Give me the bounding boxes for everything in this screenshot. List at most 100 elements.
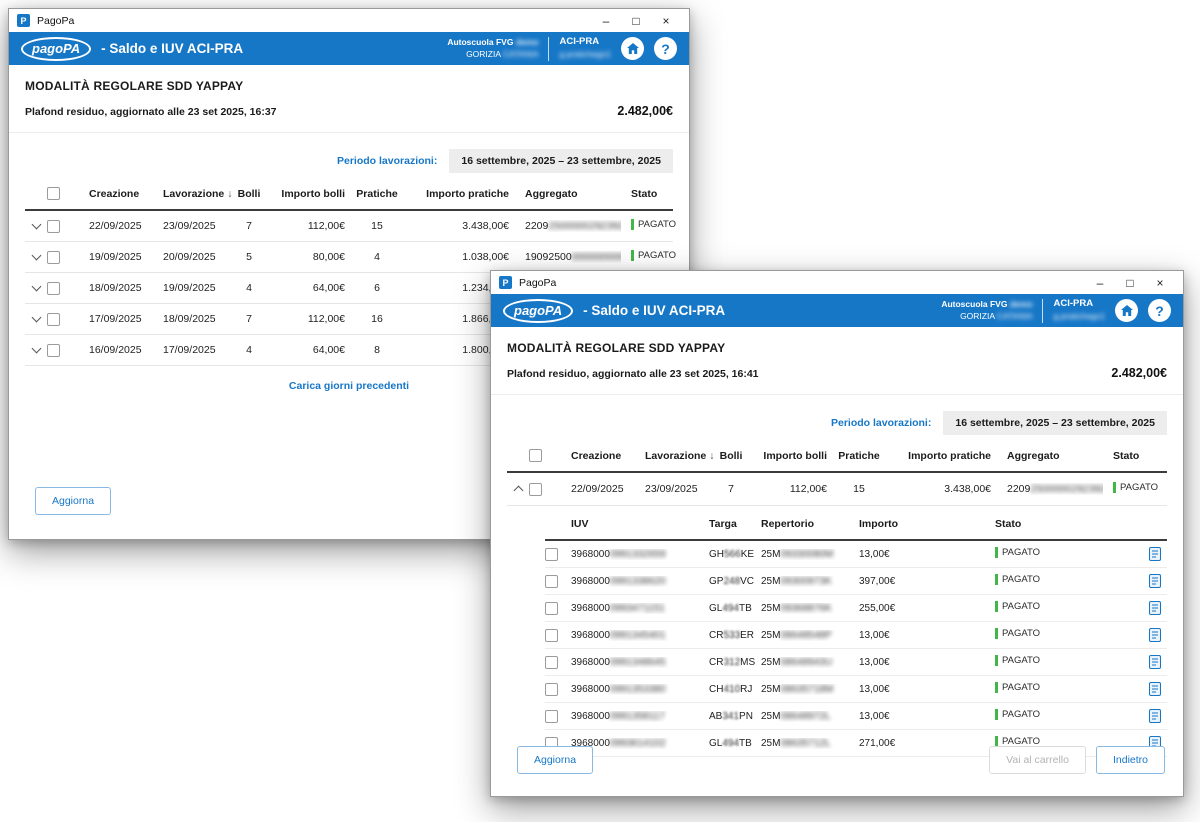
help-button[interactable]: ?	[654, 37, 677, 60]
creazione-value: 16/09/2025	[75, 344, 163, 356]
select-all-checkbox[interactable]	[47, 187, 60, 200]
receipt-icon[interactable]	[1139, 601, 1167, 615]
iuv-checkbox[interactable]	[545, 710, 558, 723]
iuv-value: 39680000991332659	[571, 549, 709, 560]
repertorio-value: 25M08648548P	[761, 630, 859, 641]
chevron-down-icon[interactable]	[25, 317, 47, 321]
maximize-button[interactable]: □	[621, 14, 651, 28]
status-badge: PAGATO	[1113, 482, 1158, 493]
maximize-button[interactable]: □	[1115, 276, 1145, 290]
creazione-value: 22/09/2025	[557, 483, 645, 495]
row-checkbox[interactable]	[47, 313, 60, 326]
row-checkbox[interactable]	[47, 251, 60, 264]
detail-row: 39680000991348645 CR312MS 25M08648943U 1…	[545, 649, 1167, 676]
targa-value: CH410RJ	[709, 684, 761, 695]
row-checkbox[interactable]	[47, 282, 60, 295]
importo-value: 255,00€	[859, 603, 995, 614]
close-button[interactable]: ×	[1145, 276, 1175, 290]
receipt-icon[interactable]	[1139, 628, 1167, 642]
bolli-value: 7	[711, 483, 751, 495]
col-importo-pratiche: Importo pratiche	[409, 188, 509, 200]
period-value[interactable]: 16 settembre, 2025 – 23 settembre, 2025	[449, 149, 673, 173]
creazione-value: 17/09/2025	[75, 313, 163, 325]
table-row: 19/09/2025 20/09/2025 5 80,00€ 4 1.038,0…	[25, 242, 673, 273]
receipt-icon[interactable]	[1139, 547, 1167, 561]
row-checkbox[interactable]	[47, 344, 60, 357]
col-importo-bolli: Importo bolli	[751, 450, 827, 462]
period-value[interactable]: 16 settembre, 2025 – 23 settembre, 2025	[943, 411, 1167, 435]
plafond-label: Plafond residuo, aggiornato alle 23 set …	[25, 106, 277, 118]
status-badge: PAGATO	[995, 709, 1040, 720]
back-button[interactable]: Indietro	[1096, 746, 1165, 774]
titlebar: P PagoPa – □ ×	[9, 9, 689, 32]
receipt-icon[interactable]	[1139, 574, 1167, 588]
home-button[interactable]	[1115, 299, 1138, 322]
col-lavorazione[interactable]: Lavorazione ↓	[645, 450, 711, 462]
repertorio-value: 25M08635718M	[761, 684, 859, 695]
receipt-icon[interactable]	[1139, 709, 1167, 723]
org-name-redacted: demo	[516, 37, 539, 47]
titlebar: P PagoPa – □ ×	[491, 271, 1183, 294]
importo-value: 13,00€	[859, 549, 995, 560]
row-checkbox[interactable]	[47, 220, 60, 233]
receipt-icon[interactable]	[1139, 682, 1167, 696]
org-city: GORIZIA	[960, 311, 997, 321]
app-icon: P	[499, 276, 512, 289]
iuv-value: 39680000991338620	[571, 576, 709, 587]
iuv-checkbox[interactable]	[545, 629, 558, 642]
iuv-checkbox[interactable]	[545, 575, 558, 588]
main-content: MODALITÀ REGOLARE SDD YAPPAY Plafond res…	[491, 327, 1183, 757]
close-button[interactable]: ×	[651, 14, 681, 28]
iuv-checkbox[interactable]	[545, 683, 558, 696]
pratiche-value: 8	[345, 344, 409, 356]
targa-value: GL494TB	[709, 738, 761, 749]
aggregato-value: 22092500000292392923	[509, 220, 621, 232]
iuv-checkbox[interactable]	[545, 548, 558, 561]
chevron-down-icon[interactable]	[25, 286, 47, 290]
creazione-value: 19/09/2025	[75, 251, 163, 263]
importo-bolli-value: 64,00€	[269, 282, 345, 294]
plafond-amount: 2.482,00€	[617, 104, 673, 118]
minimize-button[interactable]: –	[591, 14, 621, 28]
account-user-redacted: g.pratichego1	[559, 49, 611, 60]
iuv-value: 39680000993471151	[571, 603, 709, 614]
svg-text:P: P	[20, 16, 26, 26]
importo-bolli-value: 112,00€	[269, 313, 345, 325]
aggiorna-button[interactable]: Aggiorna	[517, 746, 593, 774]
pratiche-value: 6	[345, 282, 409, 294]
col-lavorazione[interactable]: Lavorazione ↓	[163, 188, 229, 200]
cart-button[interactable]: Vai al carrello	[989, 746, 1086, 774]
chevron-down-icon[interactable]	[25, 348, 47, 352]
org-name-redacted: demo	[1010, 299, 1033, 309]
iuv-checkbox[interactable]	[545, 602, 558, 615]
help-button[interactable]: ?	[1148, 299, 1171, 322]
col-stato: Stato	[621, 188, 673, 200]
chevron-up-icon[interactable]	[507, 484, 529, 494]
chevron-down-icon[interactable]	[25, 255, 47, 259]
col-targa: Targa	[709, 518, 761, 530]
select-all-checkbox[interactable]	[529, 449, 542, 462]
chevron-down-icon[interactable]	[25, 224, 47, 228]
importo-value: 271,00€	[859, 738, 995, 749]
bolli-value: 7	[229, 313, 269, 325]
app-header: pagoPA - Saldo e IUV ACI-PRA Autoscuola …	[491, 294, 1183, 327]
status-badge: PAGATO	[631, 250, 676, 261]
home-icon	[627, 43, 639, 54]
col-aggregato: Aggregato	[509, 188, 621, 200]
status-badge: PAGATO	[995, 574, 1040, 585]
col-creazione: Creazione	[557, 450, 645, 462]
iuv-checkbox[interactable]	[545, 656, 558, 669]
lavorazione-value: 23/09/2025	[645, 483, 711, 495]
bolli-value: 4	[229, 344, 269, 356]
section-divider	[9, 132, 689, 133]
receipt-icon[interactable]	[1139, 655, 1167, 669]
aggiorna-button[interactable]: Aggiorna	[35, 487, 111, 515]
minimize-button[interactable]: –	[1085, 276, 1115, 290]
bolli-value: 7	[229, 220, 269, 232]
col-importo: Importo	[859, 518, 995, 530]
row-checkbox[interactable]	[529, 483, 542, 496]
creazione-value: 18/09/2025	[75, 282, 163, 294]
lavorazione-value: 20/09/2025	[163, 251, 229, 263]
home-button[interactable]	[621, 37, 644, 60]
pratiche-value: 4	[345, 251, 409, 263]
